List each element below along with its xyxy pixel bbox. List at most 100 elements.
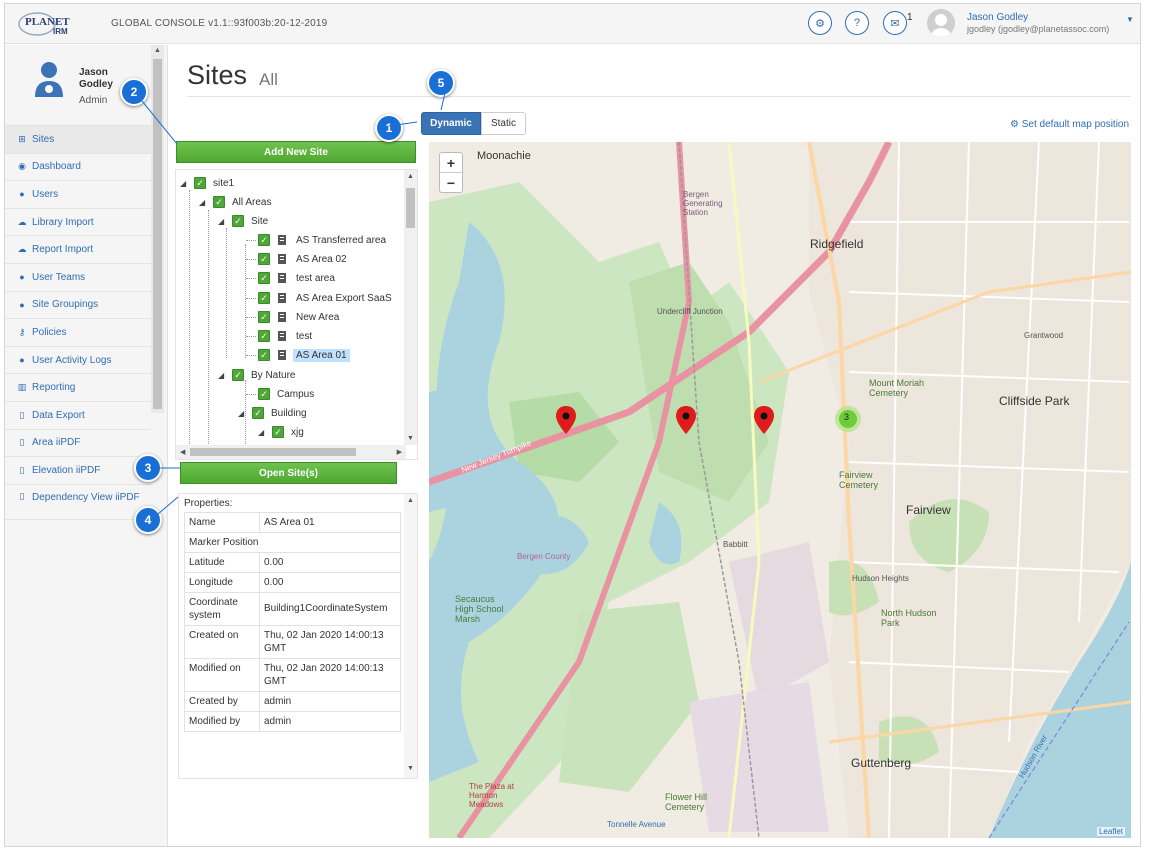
checkbox-checked-icon[interactable]: ✓	[258, 253, 270, 265]
cluster-count[interactable]: 3	[844, 412, 852, 422]
tree-horizontal-thumb[interactable]	[190, 448, 356, 456]
sidebar-item-library-import[interactable]: ☁ Library Import	[5, 207, 151, 236]
sitemap-icon: ⊞	[18, 133, 26, 144]
sidebar-item-user-teams[interactable]: ● User Teams	[5, 262, 151, 291]
building-icon	[278, 331, 286, 341]
scroll-down-icon[interactable]: ▼	[407, 435, 414, 442]
checkbox-checked-icon[interactable]: ✓	[258, 311, 270, 323]
sidebar-item-area-iipdf[interactable]: ▯ Area iiPDF	[5, 428, 151, 457]
checkbox-checked-icon[interactable]: ✓	[258, 349, 270, 361]
tree-node-area[interactable]: ✓ test area	[246, 270, 338, 286]
open-sites-button[interactable]: Open Site(s)	[180, 462, 397, 484]
sidebar-item-user-activity-logs[interactable]: ● User Activity Logs	[5, 345, 151, 374]
scroll-right-icon[interactable]: ▶	[397, 448, 402, 456]
building-icon	[278, 293, 286, 303]
tree-label: Site	[251, 215, 269, 227]
tree-node-area[interactable]: ✓ AS Transferred area	[246, 232, 389, 248]
collapse-arrow-icon[interactable]: ◢	[180, 179, 194, 188]
checkbox-checked-icon[interactable]: ✓	[258, 330, 270, 342]
checkbox-checked-icon[interactable]: ✓	[232, 369, 244, 381]
collapse-arrow-icon[interactable]: ◢	[238, 409, 252, 418]
scroll-up-icon[interactable]: ▲	[154, 47, 161, 54]
tree-label: xjg	[291, 426, 304, 438]
sidebar-item-report-import[interactable]: ☁ Report Import	[5, 235, 151, 263]
checkbox-checked-icon[interactable]: ✓	[258, 388, 270, 400]
sidebar-scroll-thumb[interactable]	[153, 59, 162, 409]
tree-node-area[interactable]: ✓ New Area	[246, 309, 342, 325]
sidebar-scrollbar[interactable]: ▲	[151, 45, 164, 413]
checkbox-checked-icon[interactable]: ✓	[258, 272, 270, 284]
checkbox-checked-icon[interactable]: ✓	[258, 292, 270, 304]
sidebar-item-data-export[interactable]: ▯ Data Export	[5, 400, 151, 429]
collapse-arrow-icon[interactable]: ◢	[218, 217, 232, 226]
tree-node-area[interactable]: ✓ AS Area Export SaaS	[246, 290, 395, 306]
user-avatar[interactable]	[927, 9, 955, 37]
prop-value: 0.00	[259, 552, 401, 573]
collapse-arrow-icon[interactable]: ◢	[199, 198, 213, 207]
tree-vertical-scrollbar[interactable]: ▲ ▼	[404, 170, 417, 445]
tree-node-building[interactable]: ◢ ✓ Building	[238, 405, 310, 421]
settings-button[interactable]: ⚙	[808, 11, 832, 35]
checkbox-checked-icon[interactable]: ✓	[194, 177, 206, 189]
collapse-arrow-icon[interactable]: ◢	[258, 428, 272, 437]
scroll-down-icon[interactable]: ▼	[407, 765, 414, 772]
help-button[interactable]: ?	[845, 11, 869, 35]
set-default-map-position-link[interactable]: ⚙ Set default map position	[1010, 119, 1129, 130]
map-attribution[interactable]: Leaflet	[1096, 827, 1125, 836]
tree-node-area[interactable]: ✓ test	[246, 328, 315, 344]
map-label: Hudson Heights	[852, 574, 909, 583]
sidebar-item-policies[interactable]: ⚷ Policies	[5, 318, 151, 346]
tree-node-all-areas[interactable]: ◢ ✓ All Areas	[199, 194, 274, 210]
tree-label: test	[296, 330, 313, 342]
static-map-toggle[interactable]: Static	[481, 112, 526, 135]
sidebar-item-dashboard[interactable]: ◉ Dashboard	[5, 152, 151, 181]
checkbox-checked-icon[interactable]: ✓	[272, 426, 284, 438]
tree-vertical-thumb[interactable]	[406, 188, 415, 228]
map-label: Flower Hill Cemetery	[665, 792, 708, 812]
file-icon: ▯	[19, 409, 25, 420]
tree-node-area[interactable]: ✓ AS Area 02	[246, 251, 350, 267]
table-row: Name AS Area 01	[184, 512, 401, 533]
sidebar-item-reporting[interactable]: ▥ Reporting	[5, 373, 151, 401]
checkbox-checked-icon[interactable]: ✓	[232, 215, 244, 227]
sites-map[interactable]: 3 + − Moonachie Ridgefield Cliffside Par…	[429, 142, 1131, 838]
menu-label: Data Export	[32, 409, 85, 421]
add-new-site-button[interactable]: Add New Site	[176, 141, 416, 163]
sidebar-menu: ⊞ Sites ◉ Dashboard ● Users ☁ Library Import…	[5, 125, 151, 520]
tree-node-campus[interactable]: ✓ Campus	[246, 386, 317, 402]
checkbox-checked-icon[interactable]: ✓	[213, 196, 225, 208]
planet-irm-logo[interactable]: PLANET IRM	[17, 10, 89, 38]
dynamic-map-toggle[interactable]: Dynamic	[421, 112, 481, 135]
user-menu-caret-icon[interactable]: ▼	[1126, 15, 1134, 24]
sidebar-item-dependency-view-iipdf[interactable]: ▯ Dependency View iiPDF	[5, 483, 151, 520]
tree-node-xjg[interactable]: ◢ ✓ xjg	[258, 424, 307, 440]
prop-value: Thu, 02 Jan 2020 14:00:13 GMT	[259, 658, 401, 692]
tree-node-site1[interactable]: ◢ ✓ site1	[180, 175, 237, 191]
scroll-up-icon[interactable]: ▲	[407, 173, 414, 180]
admin-user-icon	[35, 62, 63, 97]
checkbox-checked-icon[interactable]: ✓	[252, 407, 264, 419]
sidebar-item-elevation-iipdf[interactable]: ▯ Elevation iiPDF	[5, 456, 151, 484]
checkbox-checked-icon[interactable]: ✓	[258, 234, 270, 246]
tree-node-by-nature[interactable]: ◢ ✓ By Nature	[218, 367, 298, 383]
prop-value: admin	[259, 711, 401, 732]
title-divider	[187, 96, 1131, 97]
sidebar-item-users[interactable]: ● Users	[5, 180, 151, 208]
scroll-up-icon[interactable]: ▲	[407, 497, 414, 504]
zoom-in-button[interactable]: +	[440, 153, 462, 173]
table-row: Modified on Thu, 02 Jan 2020 14:00:13 GMT	[184, 658, 401, 692]
prop-key: Modified by	[184, 711, 260, 732]
tree-horizontal-scrollbar[interactable]: ◀ ▶	[176, 445, 406, 459]
tree-node-site[interactable]: ◢ ✓ Site	[218, 213, 271, 229]
tree-node-area-selected[interactable]: ✓ AS Area 01	[246, 347, 350, 363]
properties-scrollbar[interactable]: ▲ ▼	[404, 494, 417, 778]
tree-connector	[246, 335, 256, 337]
user-name[interactable]: Jason Godley	[967, 12, 1028, 23]
messages-button[interactable]: ✉	[883, 11, 907, 35]
tree-connector	[246, 354, 256, 356]
collapse-arrow-icon[interactable]: ◢	[218, 371, 232, 380]
sidebar-item-site-groupings[interactable]: ● Site Groupings	[5, 290, 151, 319]
sidebar-item-sites[interactable]: ⊞ Sites	[5, 125, 151, 153]
scroll-left-icon[interactable]: ◀	[180, 448, 185, 456]
zoom-out-button[interactable]: −	[440, 173, 462, 193]
